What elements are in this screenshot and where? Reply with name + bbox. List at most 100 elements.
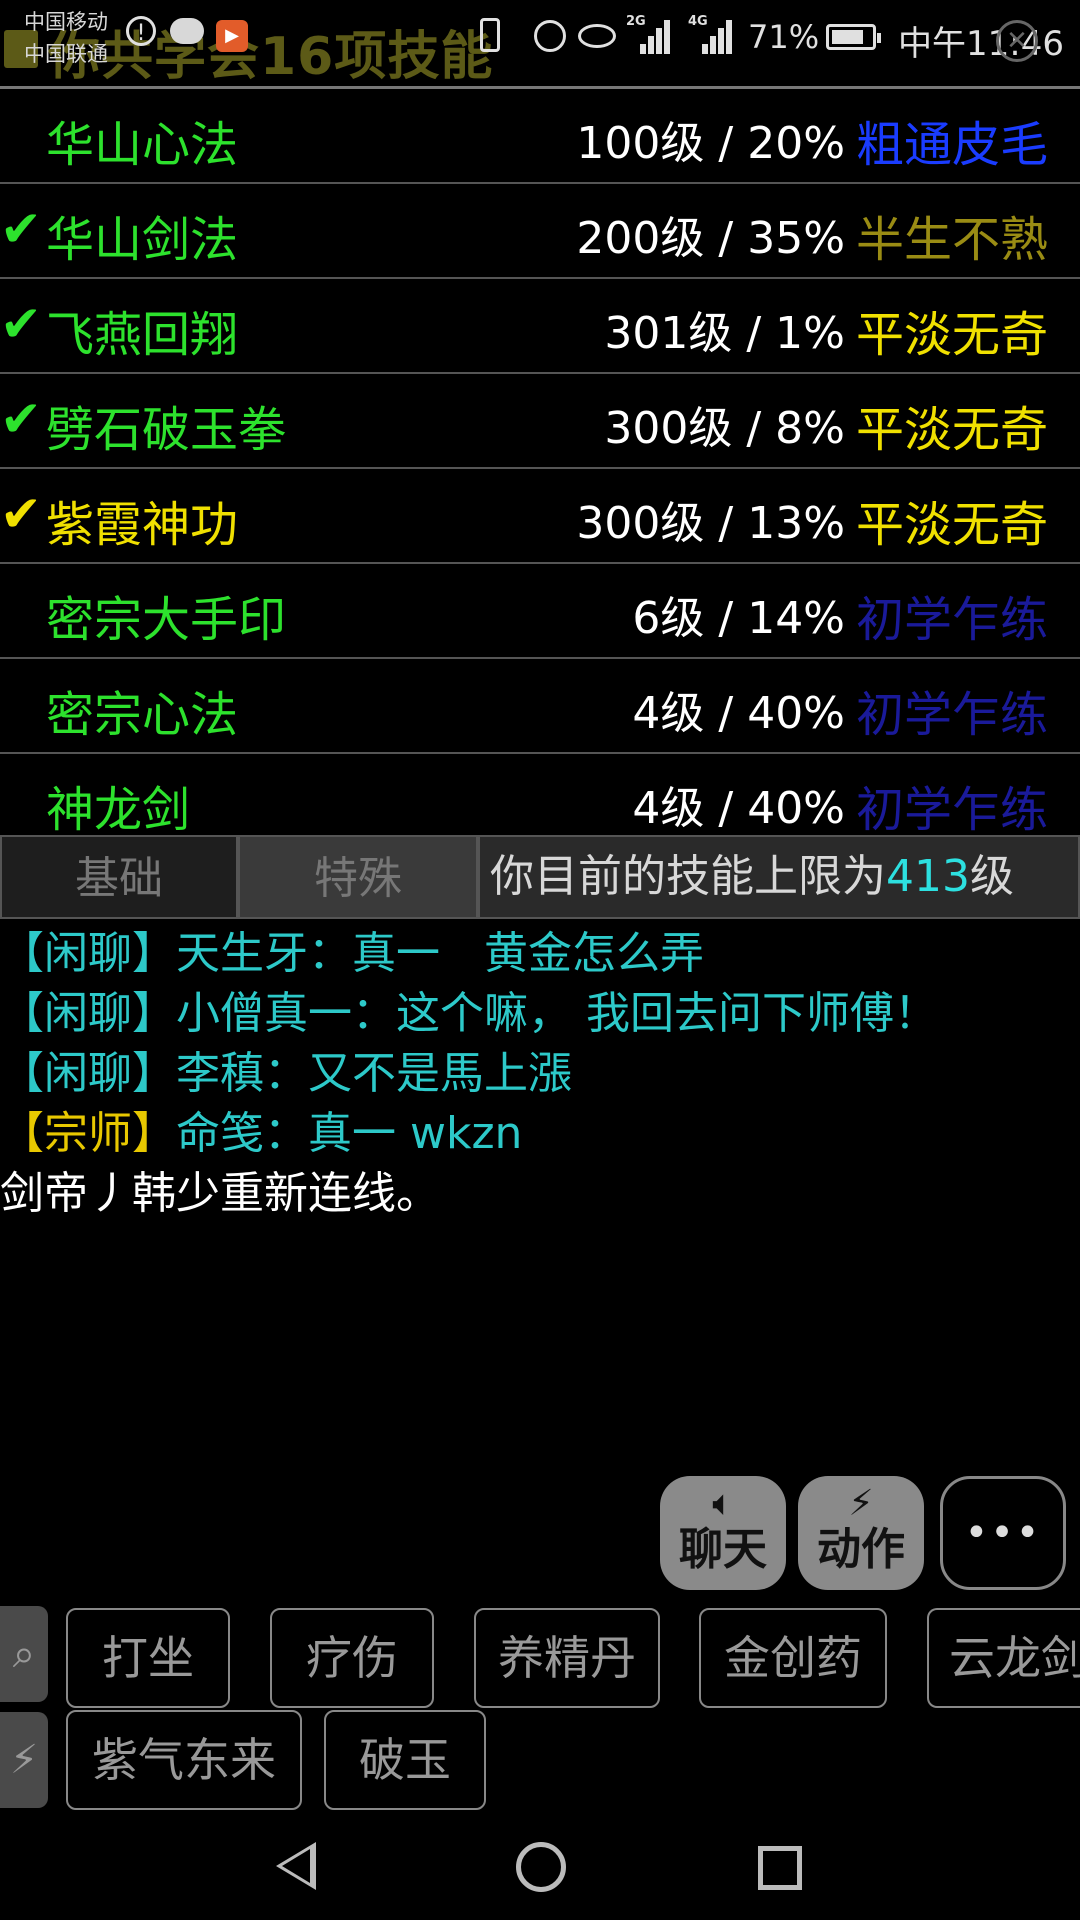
info-icon: ! — [126, 16, 156, 46]
skill-level: 100级 / 20% — [576, 118, 845, 169]
check-icon: ✔ — [0, 390, 42, 448]
skill-level: 6级 / 14% — [632, 593, 845, 644]
skill-row[interactable]: ✔ 劈石破玉拳 300级 / 8% 平淡无奇 — [0, 374, 1080, 469]
chat-message: 这个嘛， 我回去问下师傅！ — [396, 988, 938, 1039]
skill-quickbar-tab[interactable]: ⚡︎ — [0, 1712, 48, 1808]
skill-rank: 平淡无奇 — [855, 497, 1048, 553]
chat-channel: 宗师 — [44, 1108, 132, 1159]
chat-message: 真一 黄金怎么弄 — [352, 928, 704, 979]
chat-speaker: 命笺 — [176, 1108, 264, 1159]
skill-row[interactable]: 密宗心法 4级 / 40% 初学乍练 — [0, 659, 1080, 754]
skill-row[interactable]: 密宗大手印 6级 / 14% 初学乍练 — [0, 564, 1080, 659]
skill-name: 密宗大手印 — [46, 592, 287, 648]
skill-list: 华山心法 100级 / 20% 粗通皮毛 ✔ 华山剑法 200级 / 35% 半生不熟 ✔ 飞燕… — [0, 89, 1080, 849]
signal-4g-icon: 4G — [688, 14, 732, 54]
skill-level: 4级 / 40% — [632, 783, 845, 834]
chat-message: 真一 wkzn — [308, 1108, 523, 1159]
skill-rank: 半生不熟 — [855, 212, 1048, 268]
speaker-icon: 🔈︎ — [712, 1483, 734, 1524]
close-icon[interactable]: ✕ — [996, 20, 1038, 62]
check-icon: ✔ — [0, 295, 42, 353]
skill-rank: 粗通皮毛 — [855, 117, 1048, 173]
video-app-icon: ▶ — [216, 20, 248, 52]
chat-speaker: 李稹 — [176, 1048, 264, 1099]
home-icon[interactable] — [516, 1842, 566, 1892]
network-type-1: 2G — [626, 14, 646, 29]
skill-limit-prefix: 你目前的技能上限为 — [490, 851, 886, 902]
check-icon: ✔ — [0, 485, 42, 543]
check-icon: ✔ — [0, 200, 42, 258]
quick-skill-button[interactable]: 疗伤 — [270, 1608, 434, 1708]
chat-speaker: 天生牙 — [176, 928, 308, 979]
skill-level: 4级 / 40% — [632, 688, 845, 739]
quick-skill-button[interactable]: 紫气东来 — [66, 1710, 302, 1810]
skill-level: 301级 / 1% — [604, 308, 845, 359]
chat-channel: 闲聊 — [44, 1048, 132, 1099]
battery-percent: 71% — [748, 18, 820, 56]
carrier-label-2: 中国联通 — [24, 42, 108, 66]
skill-rank: 初学乍练 — [855, 687, 1048, 743]
chat-line: 【宗师】命笺：真一 wkzn — [0, 1108, 523, 1159]
search-icon: ⌕ — [12, 1631, 36, 1677]
quick-skill-button[interactable]: 云龙剑 — [927, 1608, 1080, 1708]
recents-icon[interactable] — [758, 1846, 802, 1890]
skill-limit-text: 你目前的技能上限为413级 — [478, 835, 1080, 919]
more-button[interactable]: ••• — [940, 1476, 1066, 1590]
action-button-label: 动作 — [817, 1524, 905, 1575]
skill-level: 200级 / 35% — [576, 213, 845, 264]
skill-name: 紫霞神功 — [46, 497, 239, 553]
skill-row[interactable]: ✔ 紫霞神功 300级 / 13% 平淡无奇 — [0, 469, 1080, 564]
header-bar: 你共学会16项技能 中国移动 中国联通 ! ▶ 2G 4G 71% 中午11:4… — [0, 0, 1080, 89]
system-message: 剑帝丿韩少重新连线。 — [0, 1168, 440, 1219]
quick-skill-button[interactable]: 养精丹 — [474, 1608, 660, 1708]
navigation-bar — [0, 1820, 1080, 1920]
alarm-icon — [534, 20, 566, 52]
quick-skill-button[interactable]: 破玉 — [324, 1710, 486, 1810]
skill-rank: 平淡无奇 — [855, 402, 1048, 458]
chat-line: 【闲聊】李稹：又不是馬上漲 — [0, 1048, 572, 1099]
chat-speaker: 小僧真一 — [176, 988, 352, 1039]
skill-rank: 初学乍练 — [855, 782, 1048, 838]
skill-limit-value: 413 — [886, 851, 970, 902]
back-icon[interactable] — [276, 1842, 316, 1890]
chat-line: 【闲聊】天生牙：真一 黄金怎么弄 — [0, 928, 704, 979]
chat-button-label: 聊天 — [679, 1524, 767, 1575]
skill-name: 劈石破玉拳 — [46, 402, 287, 458]
tab-bar: 基础 特殊 你目前的技能上限为413级 — [0, 835, 1080, 923]
vibrate-icon — [480, 18, 500, 52]
chat-message: 又不是馬上漲 — [308, 1048, 572, 1099]
search-tab[interactable]: ⌕ — [0, 1606, 48, 1702]
more-icon: ••• — [964, 1510, 1042, 1556]
chat-line: 【闲聊】小僧真一：这个嘛， 我回去问下师傅！ — [0, 988, 938, 1039]
chat-channel: 闲聊 — [44, 988, 132, 1039]
skill-row[interactable]: ✔ 飞燕回翔 301级 / 1% 平淡无奇 — [0, 279, 1080, 374]
skill-row[interactable]: ✔ 华山剑法 200级 / 35% 半生不熟 — [0, 184, 1080, 279]
skill-row[interactable]: 华山心法 100级 / 20% 粗通皮毛 — [0, 89, 1080, 184]
lightning-icon: ⚡︎ — [848, 1483, 874, 1524]
battery-icon — [826, 24, 881, 50]
chat-log: 【闲聊】天生牙：真一 黄金怎么弄 【闲聊】小僧真一：这个嘛， 我回去问下师傅！ … — [0, 924, 1080, 1224]
skill-name: 华山心法 — [46, 117, 239, 173]
quick-skill-button[interactable]: 打坐 — [66, 1608, 230, 1708]
tab-special[interactable]: 特殊 — [238, 835, 478, 919]
tab-basic[interactable]: 基础 — [0, 835, 238, 919]
network-type-2: 4G — [688, 14, 708, 29]
skill-rank: 平淡无奇 — [855, 307, 1048, 363]
message-icon — [170, 18, 204, 44]
skill-level: 300级 / 13% — [576, 498, 845, 549]
signal-2g-icon: 2G — [626, 14, 670, 54]
skill-level: 300级 / 8% — [604, 403, 845, 454]
skill-name: 华山剑法 — [46, 212, 239, 268]
skill-limit-suffix: 级 — [969, 851, 1014, 902]
skill-rank: 初学乍练 — [855, 592, 1048, 648]
chat-channel: 闲聊 — [44, 928, 132, 979]
chat-button[interactable]: 🔈︎ 聊天 — [660, 1476, 786, 1590]
page-title: 你共学会16项技能 — [48, 27, 494, 87]
carrier-label-1: 中国移动 — [24, 10, 108, 34]
quick-skill-button[interactable]: 金创药 — [699, 1608, 887, 1708]
action-button[interactable]: ⚡︎ 动作 — [798, 1476, 924, 1590]
lightning-icon: ⚡︎ — [9, 1737, 39, 1783]
clock: 中午11:46 — [898, 24, 1064, 64]
skill-name: 飞燕回翔 — [46, 307, 239, 363]
skill-name: 神龙剑 — [46, 782, 191, 838]
